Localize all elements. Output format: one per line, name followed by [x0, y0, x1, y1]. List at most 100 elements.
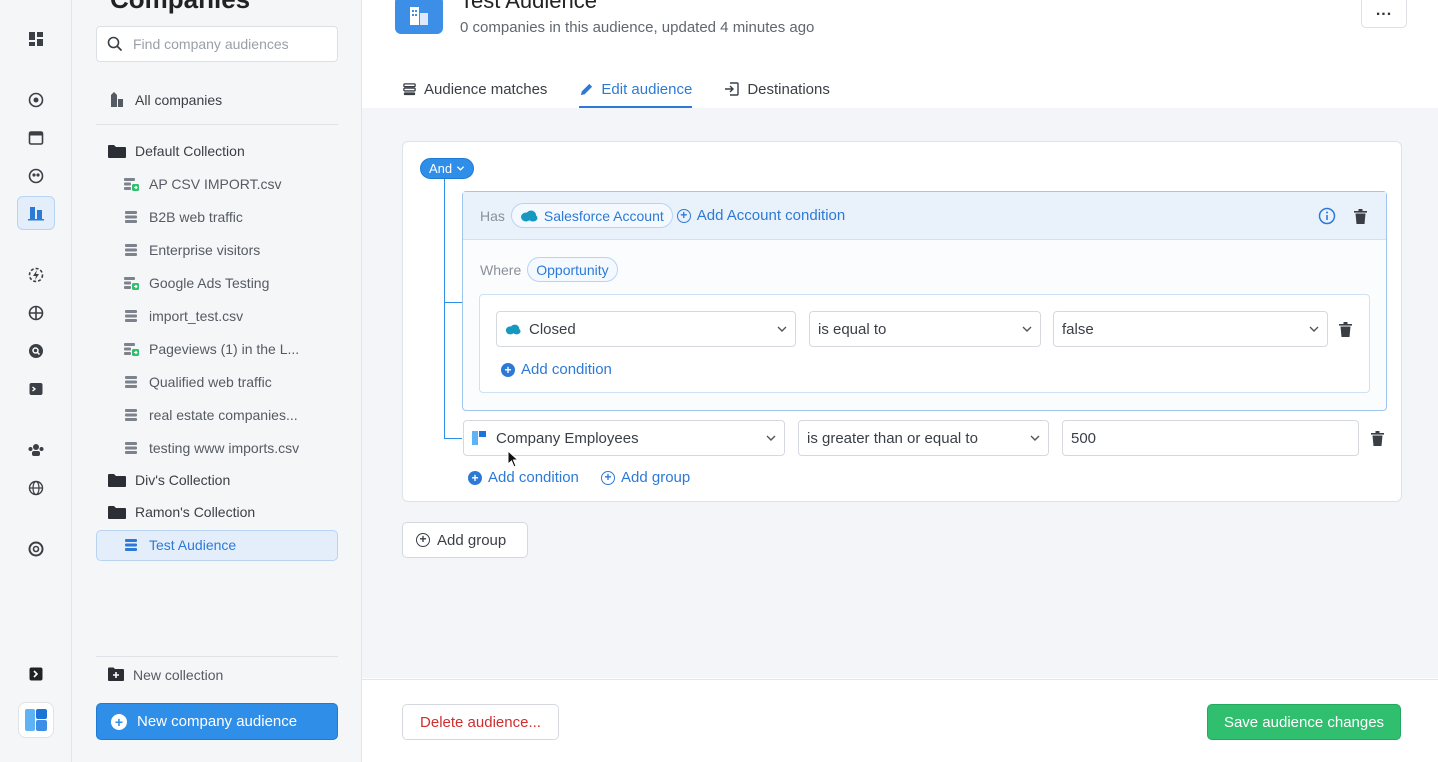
- trash-icon[interactable]: [1370, 430, 1384, 446]
- delete-audience-button[interactable]: Delete audience...: [402, 704, 559, 740]
- audience-item[interactable]: B2B web traffic: [122, 209, 243, 225]
- terminal-icon[interactable]: [24, 377, 48, 401]
- audience-item-label: AP CSV IMPORT.csv: [149, 176, 282, 192]
- folder-icon: [108, 143, 126, 159]
- audience-item[interactable]: AP CSV IMPORT.csv: [122, 176, 282, 192]
- add-account-condition-link[interactable]: + Add Account condition: [676, 207, 846, 224]
- automation-icon[interactable]: [24, 263, 48, 287]
- object-chip-label: Salesforce Account: [543, 207, 664, 224]
- tree-line: [444, 179, 445, 439]
- audience-item[interactable]: real estate companies...: [122, 407, 298, 423]
- plus-circle-icon: +: [416, 533, 430, 547]
- page-subtitle: 0 companies in this audience, updated 4 …: [460, 19, 815, 36]
- divider: [96, 656, 338, 657]
- tab-label: Edit audience: [601, 80, 693, 98]
- audience-item-label: Qualified web traffic: [149, 374, 272, 390]
- tab-audience-matches[interactable]: Audience matches: [402, 70, 547, 108]
- operator-dropdown[interactable]: And: [420, 158, 475, 179]
- collection-name: Div's Collection: [135, 472, 231, 488]
- globe-icon[interactable]: [24, 476, 48, 500]
- collection-ramons[interactable]: Ramon's Collection: [108, 504, 255, 520]
- sidebar-title: Companies: [110, 0, 250, 15]
- audience-item[interactable]: import_test.csv: [122, 308, 243, 324]
- add-group-button[interactable]: + Add group: [402, 522, 528, 558]
- delete-label: Delete audience...: [420, 713, 541, 731]
- browser-icon[interactable]: [24, 126, 48, 150]
- plus-icon: +: [111, 713, 127, 730]
- audience-item[interactable]: Enterprise visitors: [122, 242, 260, 258]
- save-audience-button[interactable]: Save audience changes: [1207, 704, 1401, 740]
- plus-circle-icon: +: [468, 470, 482, 485]
- people-icon[interactable]: [24, 164, 48, 188]
- value-select[interactable]: false: [1053, 311, 1328, 347]
- expand-icon[interactable]: [24, 662, 48, 686]
- tab-destinations[interactable]: Destinations: [724, 70, 830, 108]
- has-label: Has: [480, 207, 505, 224]
- dashboard-icon[interactable]: [24, 27, 48, 51]
- audience-item[interactable]: Google Ads Testing: [122, 275, 269, 291]
- export-icon: [724, 81, 740, 97]
- field-select-closed[interactable]: Closed: [496, 311, 796, 347]
- chevron-down-icon: [1022, 326, 1032, 332]
- plus-circle-icon: +: [601, 470, 615, 485]
- operator-select[interactable]: is greater than or equal to: [798, 420, 1049, 456]
- grid-icon[interactable]: [24, 301, 48, 325]
- operator-select[interactable]: is equal to: [809, 311, 1041, 347]
- more-options-button[interactable]: ...: [1361, 0, 1407, 28]
- collection-name: Default Collection: [135, 143, 245, 159]
- search-icon: [107, 36, 123, 52]
- icon-rail: [0, 0, 72, 762]
- audience-item[interactable]: testing www imports.csv: [122, 440, 299, 456]
- audience-buildings-icon: [395, 0, 443, 34]
- all-companies-link[interactable]: All companies: [108, 92, 222, 108]
- search-input[interactable]: [133, 36, 323, 52]
- chevron-down-icon: [766, 435, 776, 441]
- opportunity-chip[interactable]: Opportunity: [527, 257, 618, 282]
- all-companies-label: All companies: [135, 92, 223, 108]
- team-icon[interactable]: [24, 438, 48, 462]
- audience-item-label: Test Audience: [149, 537, 237, 553]
- salesforce-account-chip[interactable]: Salesforce Account: [510, 203, 673, 228]
- add-group-button-label: Add group: [437, 531, 507, 549]
- list-icon: [122, 308, 140, 324]
- audience-item[interactable]: Pageviews (1) in the L...: [122, 341, 299, 357]
- audience-item-label: testing www imports.csv: [149, 440, 300, 456]
- new-collection-link[interactable]: New collection: [108, 667, 223, 683]
- where-chip-label: Opportunity: [536, 261, 609, 278]
- editor-canvas: And Has Salesforce Account + Add Account…: [362, 108, 1438, 678]
- new-company-audience-button[interactable]: + New company audience: [96, 703, 338, 740]
- import-list-icon: [122, 275, 140, 291]
- radar-icon[interactable]: [24, 88, 48, 112]
- chevron-down-icon: [777, 326, 787, 332]
- add-nested-condition-link[interactable]: + Add condition: [501, 361, 612, 378]
- info-icon[interactable]: [1318, 207, 1336, 225]
- companies-icon[interactable]: [17, 196, 55, 230]
- trash-icon[interactable]: [1338, 321, 1352, 337]
- add-account-condition-label: Add Account condition: [696, 207, 846, 224]
- list-icon: [122, 242, 140, 258]
- add-folder-icon: [108, 667, 124, 683]
- new-company-audience-label: New company audience: [137, 713, 298, 730]
- tab-edit-audience[interactable]: Edit audience: [579, 70, 692, 108]
- save-label: Save audience changes: [1223, 713, 1385, 731]
- value-value: false: [1062, 320, 1094, 338]
- audience-item-selected[interactable]: Test Audience: [122, 537, 236, 553]
- value-input[interactable]: 500: [1062, 420, 1359, 456]
- audience-item[interactable]: Qualified web traffic: [122, 374, 272, 390]
- list-icon: [402, 82, 417, 97]
- field-value: Company Employees: [496, 429, 639, 447]
- collection-divs[interactable]: Div's Collection: [108, 472, 230, 488]
- tab-bar: Audience matches Edit audience Destinati…: [402, 70, 862, 108]
- app-logo[interactable]: [18, 702, 54, 738]
- collection-default[interactable]: Default Collection: [108, 143, 245, 159]
- footer-bar: Delete audience... Save audience changes: [362, 679, 1438, 762]
- tree-branch: [444, 438, 462, 439]
- add-condition-link[interactable]: + Add condition: [468, 469, 579, 486]
- search-circle-icon[interactable]: [24, 339, 48, 363]
- help-icon[interactable]: [24, 537, 48, 561]
- search-box[interactable]: [96, 26, 338, 62]
- tab-label: Destinations: [747, 80, 830, 98]
- page-title: Test Audience: [460, 0, 597, 13]
- add-group-link[interactable]: + Add group: [601, 469, 690, 486]
- trash-icon[interactable]: [1352, 207, 1368, 225]
